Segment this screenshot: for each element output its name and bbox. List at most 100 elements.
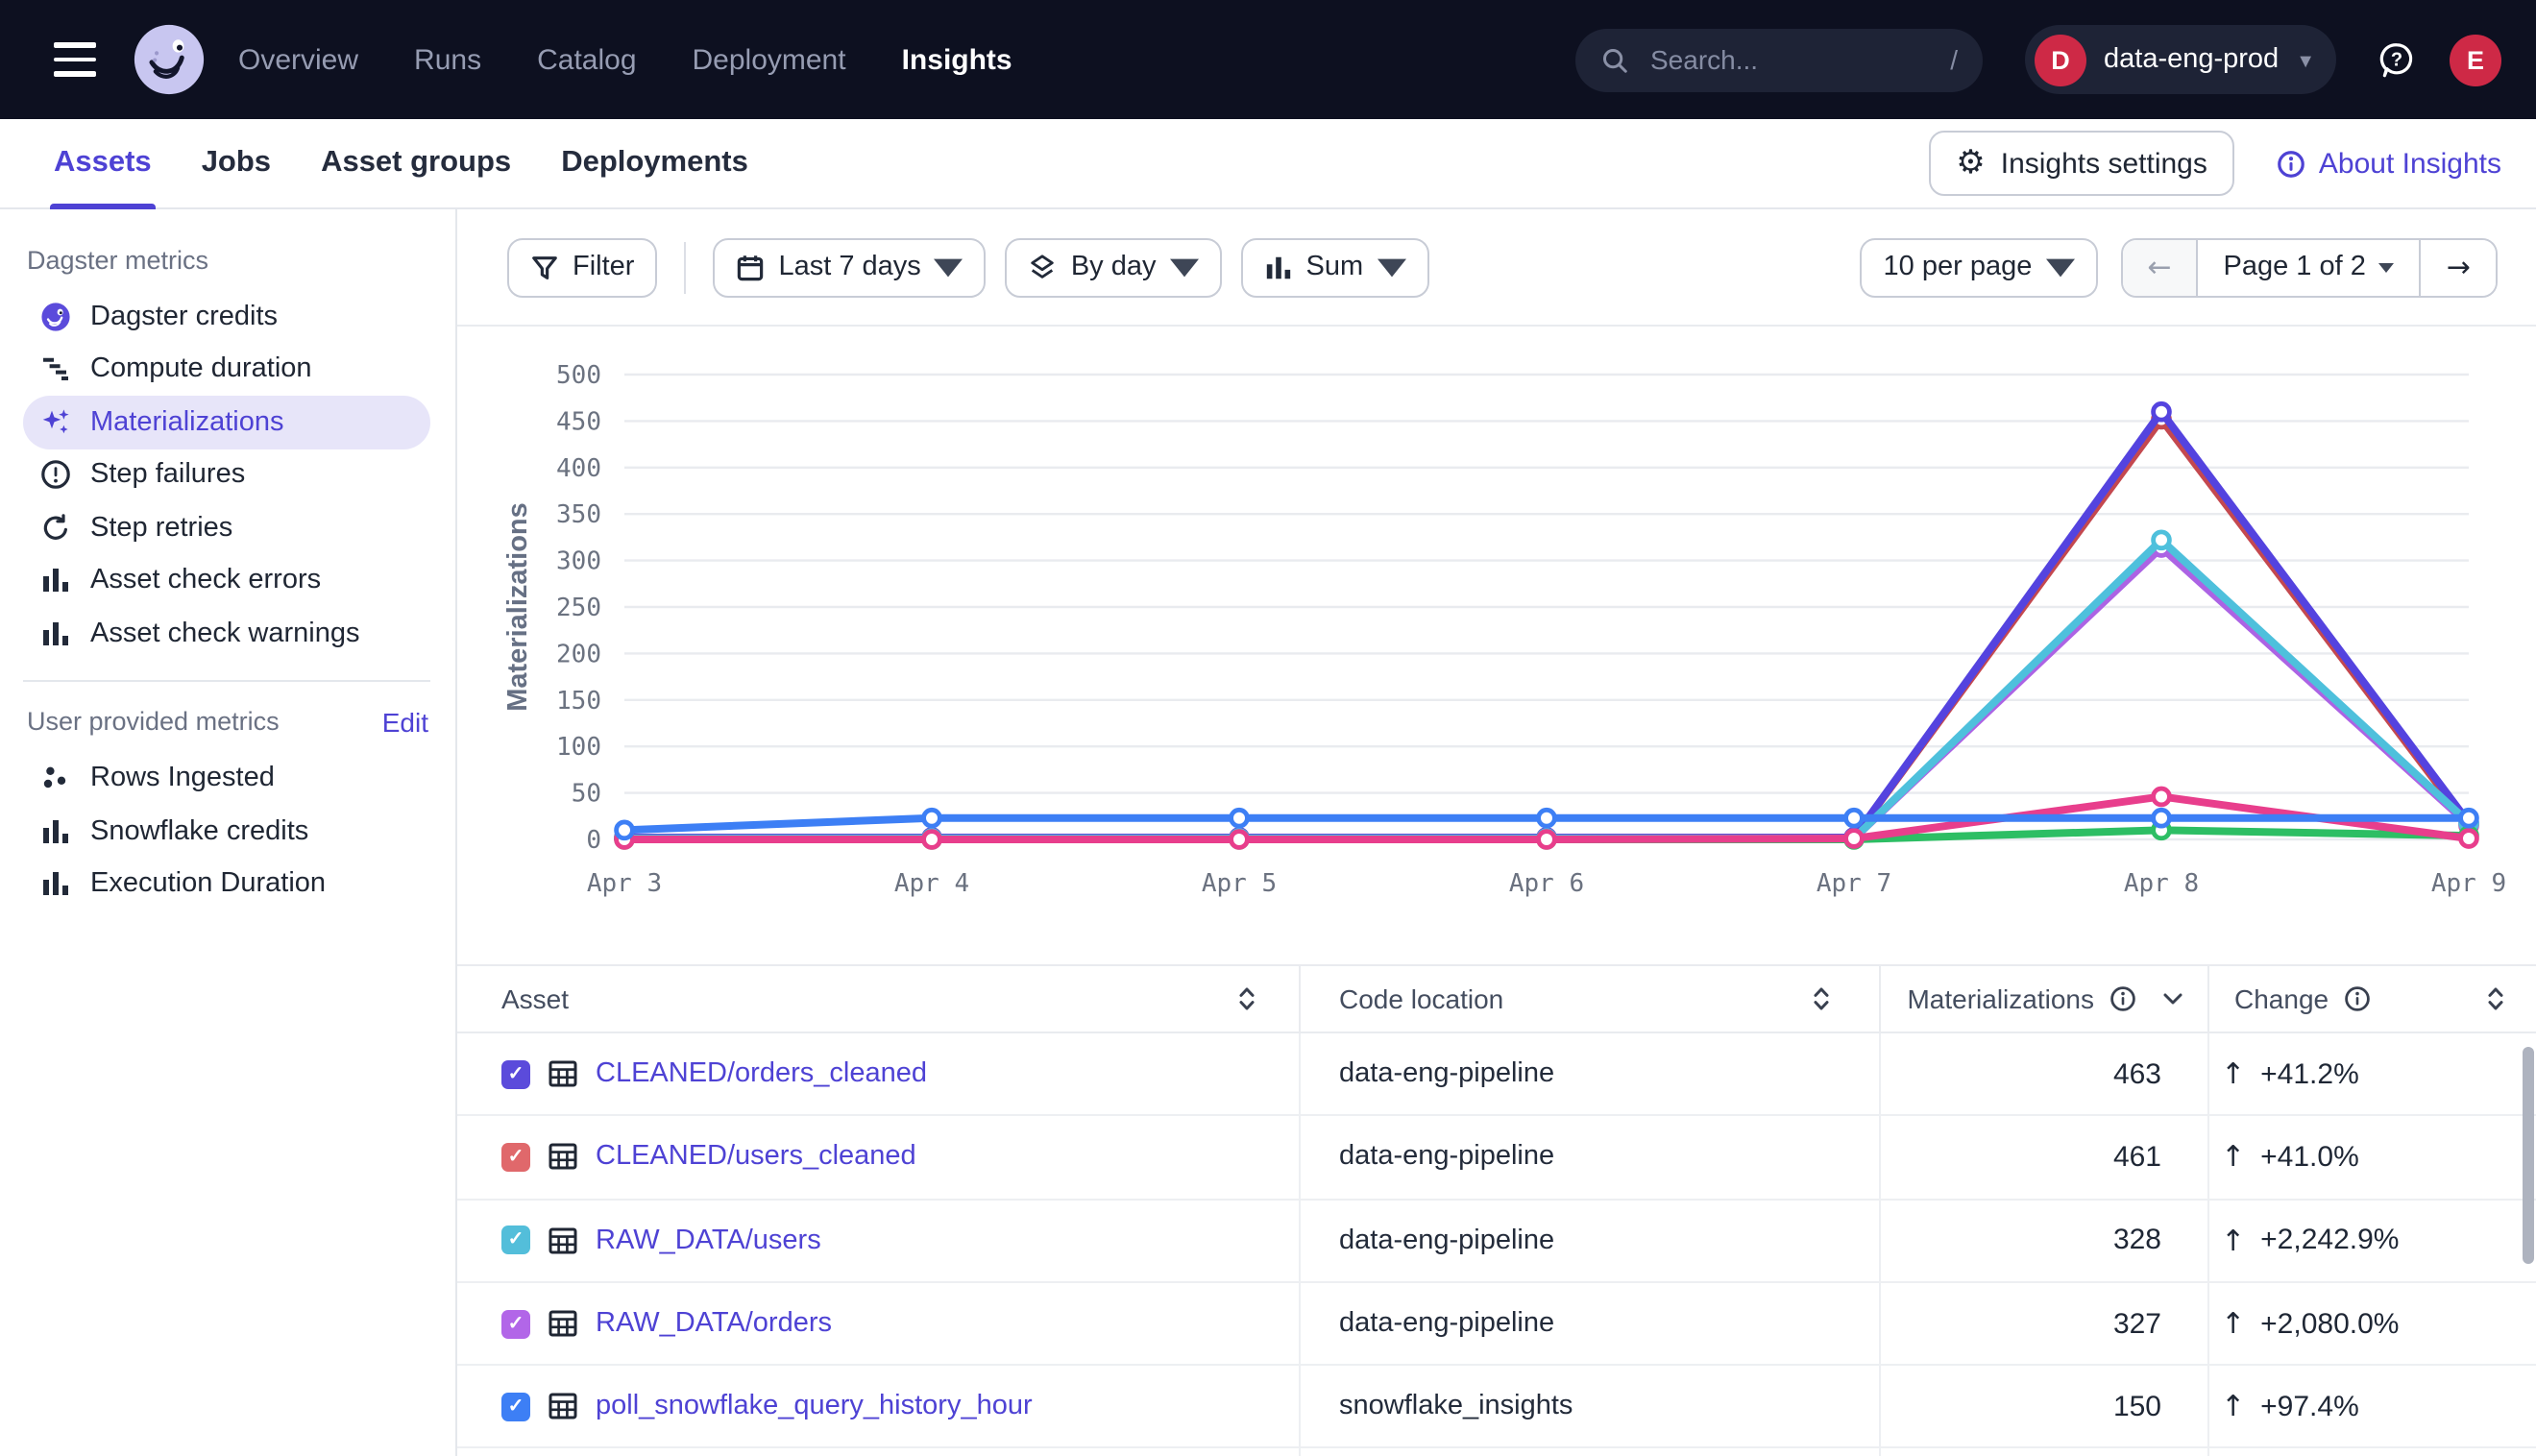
row-checkbox[interactable]: ✓ [501,1309,530,1338]
next-page-button[interactable]: → [2422,239,2496,295]
svg-text:?: ? [2391,48,2402,69]
column-header-code-location[interactable]: Code location [1301,966,1881,1031]
topnav-item-runs[interactable]: Runs [414,43,481,76]
table-icon [548,1225,578,1255]
change-cell: ↑+2,242.9% [2209,1200,2536,1281]
arrow-up-icon: ↑ [2221,1390,2245,1424]
sidebar-item-asset-check-warnings[interactable]: Asset check warnings [23,607,430,660]
svg-text:Apr 3: Apr 3 [587,869,662,898]
asset-link[interactable]: CLEANED/orders_cleaned [596,1058,927,1089]
insights-settings-button[interactable]: ⚙ Insights settings [1929,131,2234,196]
dagster-logo-icon[interactable] [133,23,206,96]
bar-chart-icon [40,869,71,900]
topnav-item-deployment[interactable]: Deployment [693,43,846,76]
asset-link[interactable]: RAW_DATA/orders [596,1308,832,1339]
data-point [2154,403,2170,420]
row-checkbox[interactable]: ✓ [501,1143,530,1172]
change-cell: ↑+1,000.0% [2209,1449,2536,1456]
change-cell: ↑+97.4% [2209,1366,2536,1447]
search-input[interactable] [1646,42,1933,77]
materializations-value-cell: 327 [1881,1283,2209,1365]
search-box[interactable]: / [1575,28,1983,91]
data-point [2461,831,2477,847]
series-cleaned-users-cleaned [624,419,2469,837]
sidebar-item-dagster-credits[interactable]: Dagster credits [23,290,430,343]
sparkles-icon [40,407,71,438]
data-point [2154,789,2170,805]
about-insights-link[interactable]: About Insights [2277,147,2501,180]
sidebar-item-asset-check-errors[interactable]: Asset check errors [23,554,430,607]
row-checkbox[interactable]: ✓ [501,1225,530,1254]
filter-button[interactable]: Filter [507,237,657,297]
bar-chart-icon [40,566,71,596]
row-checkbox[interactable]: ✓ [501,1393,530,1421]
caret-down-icon [2045,253,2074,281]
column-header-materializations[interactable]: Materializations [1881,966,2209,1031]
dagster-logo-icon [40,302,71,332]
column-header-asset[interactable]: Asset [457,966,1301,1031]
svg-text:0: 0 [586,826,601,855]
edit-metrics-link[interactable]: Edit [382,706,428,737]
topnav-item-catalog[interactable]: Catalog [537,43,636,76]
sort-icon[interactable] [1237,985,1256,1012]
sidebar-item-step-failures[interactable]: Step failures [23,449,430,501]
organization-name: data-eng-prod [2104,44,2279,75]
organization-switcher[interactable]: D data-eng-prod ▼ [2025,25,2336,94]
column-header-change[interactable]: Change [2209,966,2536,1031]
tab-jobs[interactable]: Jobs [202,119,271,207]
sidebar-item-snowflake-credits[interactable]: Snowflake credits [23,805,430,858]
hamburger-menu-icon[interactable] [54,43,96,76]
per-page-button[interactable]: 10 per page [1861,237,2098,297]
svg-text:350: 350 [556,500,601,529]
sort-icon[interactable] [1812,985,1831,1012]
row-checkbox[interactable]: ✓ [501,1059,530,1088]
topnav-item-overview[interactable]: Overview [238,43,358,76]
sort-icon[interactable] [2486,985,2505,1012]
svg-text:250: 250 [556,594,601,622]
user-avatar[interactable]: E [2450,34,2501,85]
vertical-scrollbar[interactable] [2522,1047,2534,1264]
svg-text:450: 450 [556,407,601,436]
tab-assets[interactable]: Assets [54,119,152,207]
previous-page-button[interactable]: ← [2122,239,2198,295]
compute-duration-icon [40,354,71,385]
code-location-cell: data-eng-pipeline [1301,1283,1881,1365]
page-selector[interactable]: Page 1 of 2 [2199,239,2422,295]
materializations-line-chart: 050100150200250300350400450500Apr 3Apr 4… [457,327,2536,964]
alert-circle-icon [40,460,71,491]
sidebar-item-label: Asset check warnings [90,619,359,649]
help-icon[interactable]: ? [2377,39,2417,80]
topnav-item-insights[interactable]: Insights [902,43,1012,76]
caret-down-icon [2379,262,2395,272]
aggregation-button[interactable]: Sum [1241,237,1429,297]
info-icon[interactable] [2344,985,2371,1012]
sidebar-item-rows-ingested[interactable]: Rows Ingested [23,752,430,805]
sidebar-item-label: Asset check errors [90,566,321,596]
caret-down-icon [935,253,963,281]
asset-cell: ✓ CLEANED/users_cleaned [457,1117,1301,1199]
sidebar-item-label: Step failures [90,460,245,491]
chart-svg: 050100150200250300350400450500Apr 3Apr 4… [457,327,2536,964]
data-point [2154,532,2170,548]
date-range-button[interactable]: Last 7 days [713,237,986,297]
asset-link[interactable]: RAW_DATA/users [596,1225,821,1255]
sidebar-item-compute-duration[interactable]: Compute duration [23,343,430,396]
asset-link[interactable]: CLEANED/users_cleaned [596,1142,916,1173]
tab-deployments[interactable]: Deployments [561,119,748,207]
sidebar-section-title: User provided metrics [27,707,280,736]
sidebar-item-execution-duration[interactable]: Execution Duration [23,858,430,910]
code-location-cell: data-eng-pipeline [1301,1449,1881,1456]
asset-link[interactable]: poll_snowflake_query_history_hour [596,1392,1033,1422]
sidebar-item-materializations[interactable]: Materializations [23,396,430,449]
code-location-cell: data-eng-pipeline [1301,1033,1881,1115]
table-icon [548,1142,578,1173]
data-point [1846,810,1863,826]
sidebar-item-step-retries[interactable]: Step retries [23,501,430,554]
granularity-button[interactable]: By day [1006,237,1222,297]
code-location-cell: data-eng-pipeline [1301,1117,1881,1199]
series-cleaned-orders-cleaned [624,412,2469,837]
sorted-desc-icon[interactable] [2163,993,2182,1005]
info-icon[interactable] [2109,985,2136,1012]
tab-asset-groups[interactable]: Asset groups [321,119,511,207]
data-point [2154,810,2170,826]
